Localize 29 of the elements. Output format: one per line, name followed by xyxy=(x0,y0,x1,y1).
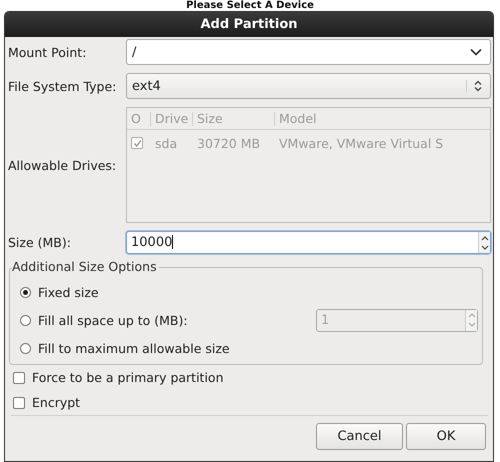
option-label[interactable]: Fill to maximum allowable size xyxy=(38,340,482,356)
option-label[interactable]: Fixed size xyxy=(38,284,482,300)
table-cell-text: VMware, VMware Virtual S xyxy=(278,136,444,150)
table-cell-text: sda xyxy=(154,136,178,150)
spin-arrows-icon xyxy=(468,311,476,329)
radio-button[interactable] xyxy=(20,314,31,326)
field-label: File System Type: xyxy=(8,78,118,94)
cancel-button[interactable]: Cancel xyxy=(316,423,403,450)
spin-arrows-icon xyxy=(480,234,488,252)
field-label: Mount Point: xyxy=(8,44,88,60)
field-label: Allowable Drives: xyxy=(8,158,118,172)
checkbox[interactable] xyxy=(13,372,25,384)
checkbox-label[interactable]: Force to be a primary partition xyxy=(32,370,224,385)
option-label[interactable]: Fill all space up to (MB): xyxy=(38,312,309,328)
up-down-icon xyxy=(466,80,482,92)
size-spin-field[interactable]: 10000 xyxy=(126,231,491,254)
file-system-select[interactable]: ext4 xyxy=(126,73,491,99)
checkbox-label[interactable]: Encrypt xyxy=(32,395,80,410)
window-title: Add Partition xyxy=(200,17,298,32)
radio-button[interactable] xyxy=(20,286,31,298)
radio-button[interactable] xyxy=(20,342,31,354)
chevron-down-icon xyxy=(470,48,482,56)
mount-point-combo[interactable]: / xyxy=(126,39,491,65)
table-cell-text: 30720 MB xyxy=(196,136,262,150)
field-label: Size (MB): xyxy=(8,235,72,250)
page-heading: Please Select A Device xyxy=(186,0,314,11)
checkbox[interactable] xyxy=(13,396,25,408)
ok-button[interactable]: OK xyxy=(406,423,486,450)
frame-title: Additional Size Options xyxy=(12,259,159,274)
